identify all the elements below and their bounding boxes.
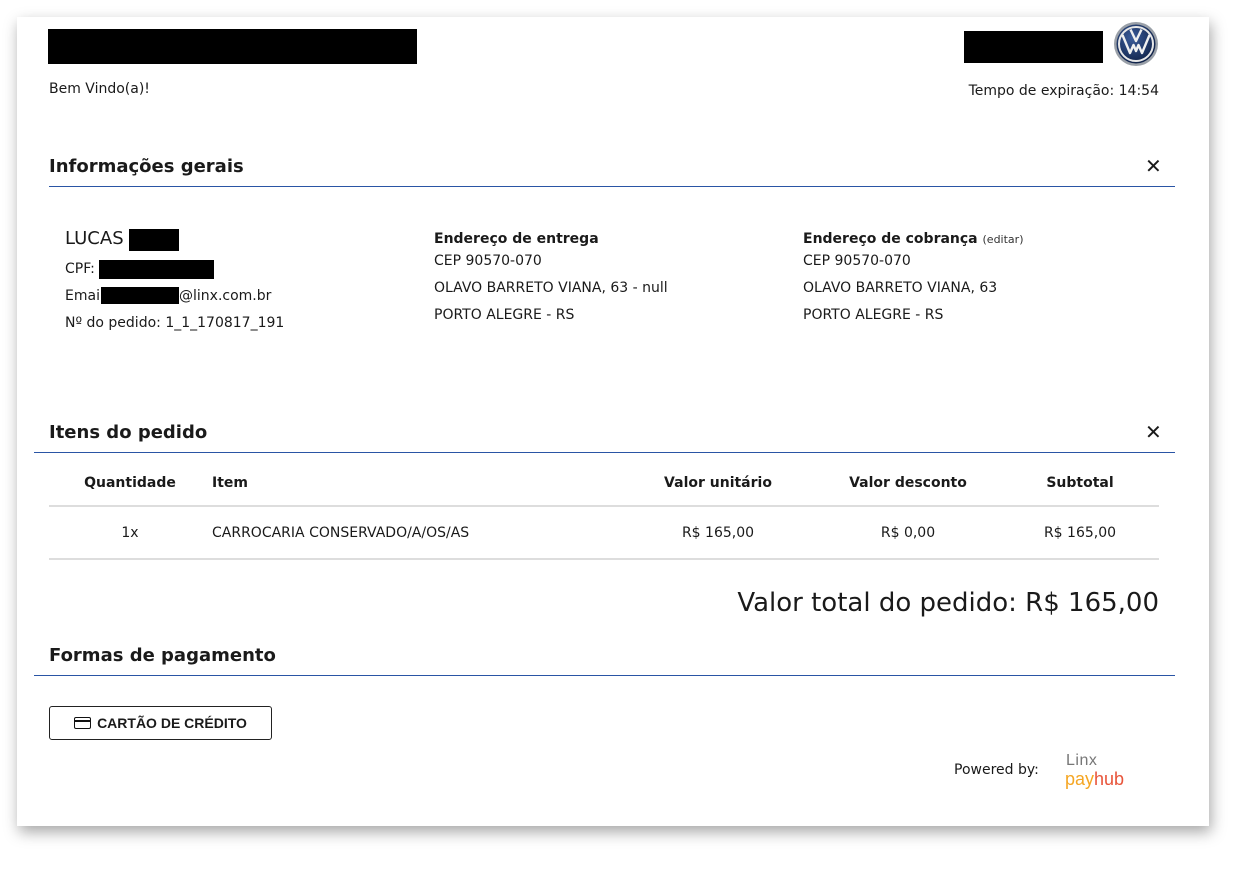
- section-divider: [34, 452, 1175, 453]
- credit-card-label: CARTÃO DE CRÉDITO: [97, 715, 247, 731]
- cell-discount: R$ 0,00: [815, 506, 1001, 560]
- customer-name: LUCAS: [65, 228, 124, 249]
- cpf-label: CPF:: [65, 261, 95, 277]
- cell-unit-price: R$ 165,00: [621, 506, 815, 560]
- email-prefix: Emai: [65, 288, 100, 304]
- order-number: Nº do pedido: 1_1_170817_191: [65, 315, 284, 331]
- billing-cep: CEP 90570-070: [803, 253, 911, 269]
- edit-billing-link[interactable]: (editar): [983, 233, 1024, 246]
- col-subtotal: Subtotal: [1001, 461, 1159, 507]
- order-total: Valor total do pedido: R$ 165,00: [737, 588, 1159, 618]
- col-quantity: Quantidade: [49, 461, 211, 507]
- cell-quantity: 1x: [49, 506, 211, 560]
- redacted-dealer-name: [964, 31, 1103, 63]
- payhub-logo-pay: pay: [1065, 769, 1095, 789]
- delivery-street: OLAVO BARRETO VIANA, 63 - null: [434, 280, 668, 296]
- checkout-panel: Bem Vindo(a)! Tempo de expiração: 14:54 …: [17, 17, 1209, 826]
- general-info-title: Informações gerais: [49, 156, 244, 177]
- cell-item: CARROCARIA CONSERVADO/A/OS/AS: [211, 506, 621, 560]
- payment-methods-title: Formas de pagamento: [49, 645, 276, 666]
- delivery-cep: CEP 90570-070: [434, 253, 542, 269]
- col-item: Item: [211, 461, 621, 507]
- credit-card-icon: [74, 717, 92, 729]
- email-domain: @linx.com.br: [179, 288, 272, 304]
- order-items-table: Quantidade Item Valor unitário Valor des…: [49, 461, 1159, 560]
- credit-card-button[interactable]: CARTÃO DE CRÉDITO: [49, 706, 272, 740]
- cell-subtotal: R$ 165,00: [1001, 506, 1159, 560]
- delivery-address-title: Endereço de entrega: [434, 231, 599, 247]
- section-divider: [49, 186, 1175, 187]
- order-number-label: Nº do pedido:: [65, 315, 161, 331]
- order-items-collapse-icon[interactable]: ✕: [1145, 420, 1162, 444]
- section-divider: [34, 675, 1175, 676]
- powered-by-label: Powered by:: [954, 762, 1039, 778]
- col-unit-price: Valor unitário: [621, 461, 815, 507]
- payhub-logo: payhub: [1065, 769, 1124, 790]
- general-info-collapse-icon[interactable]: ✕: [1145, 154, 1162, 178]
- customer-first-name: LUCAS: [65, 228, 124, 249]
- order-number-value: 1_1_170817_191: [165, 315, 285, 331]
- redacted-last-name: [129, 229, 179, 251]
- redacted-merchant-name: [48, 29, 417, 64]
- welcome-text: Bem Vindo(a)!: [49, 81, 150, 97]
- billing-address-title: Endereço de cobrança (editar): [803, 231, 1023, 247]
- session-expiry: Tempo de expiração: 14:54: [969, 83, 1159, 99]
- table-row: 1x CARROCARIA CONSERVADO/A/OS/AS R$ 165,…: [49, 506, 1159, 560]
- expiry-timer: 14:54: [1118, 83, 1159, 99]
- redacted-cpf: [99, 260, 214, 279]
- vw-logo-icon: [1114, 22, 1158, 66]
- redacted-email-user: [101, 287, 179, 304]
- expiry-label: Tempo de expiração:: [968, 83, 1115, 99]
- table-header-row: Quantidade Item Valor unitário Valor des…: [49, 461, 1159, 507]
- order-items-title: Itens do pedido: [49, 422, 208, 443]
- billing-address-label: Endereço de cobrança: [803, 231, 978, 247]
- delivery-city: PORTO ALEGRE - RS: [434, 307, 575, 323]
- col-discount: Valor desconto: [815, 461, 1001, 507]
- payhub-logo-hub: hub: [1094, 769, 1125, 789]
- billing-city: PORTO ALEGRE - RS: [803, 307, 944, 323]
- linx-logo-text: Linx: [1066, 752, 1098, 769]
- billing-street: OLAVO BARRETO VIANA, 63: [803, 280, 998, 296]
